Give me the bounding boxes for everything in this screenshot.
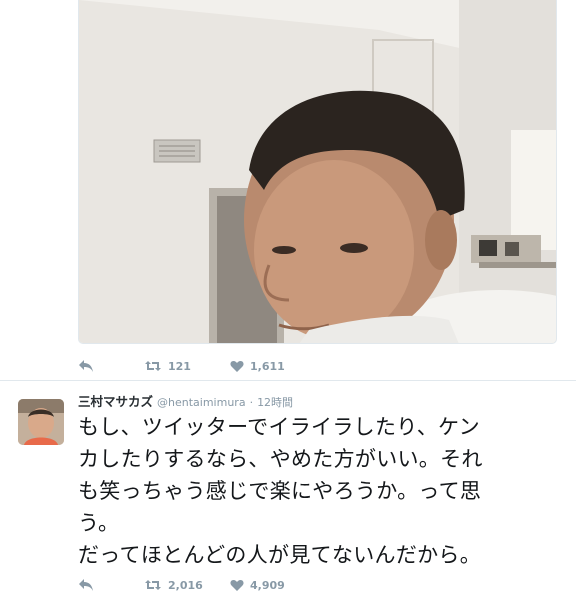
- text-tweet: 三村マサカズ @hentaimimura · 12時間 もし、ツイッターでイライラした…: [0, 381, 576, 600]
- reply-button[interactable]: [78, 578, 144, 592]
- like-count: 1,611: [250, 359, 285, 373]
- photo-tweet-actions: 121 1,611: [78, 356, 285, 376]
- tweet-text-line: う。: [78, 511, 120, 535]
- separator-dot: ·: [249, 396, 254, 409]
- retweet-count: 121: [168, 359, 191, 373]
- heart-icon: [230, 360, 244, 372]
- retweet-button[interactable]: 2,016: [144, 578, 230, 592]
- avatar-image: [18, 399, 64, 445]
- display-name[interactable]: 三村マサカズ: [78, 394, 153, 409]
- tweet-text-line: カしたりするなら、やめた方がいい。それ: [78, 447, 483, 471]
- text-tweet-actions: 2,016 4,909: [78, 575, 285, 595]
- retweet-button[interactable]: 121: [144, 359, 230, 373]
- heart-icon: [230, 579, 244, 591]
- like-button[interactable]: 1,611: [230, 360, 285, 373]
- reply-arrow-icon: [79, 579, 93, 591]
- timestamp[interactable]: 12時間: [257, 396, 293, 409]
- retweet-icon: [145, 580, 161, 590]
- like-count: 4,909: [250, 578, 285, 592]
- reply-arrow-icon: [79, 360, 93, 372]
- photo-tweet: 121 1,611: [0, 0, 576, 380]
- like-button[interactable]: 4,909: [230, 579, 285, 592]
- reply-button[interactable]: [78, 359, 144, 373]
- tweet-text-line: もし、ツイッターでイライラしたり、ケン: [78, 415, 480, 439]
- retweet-count: 2,016: [168, 578, 203, 592]
- tweet-text: もし、ツイッターでイライラしたり、ケン カしたりするなら、やめた方がいい。それ …: [78, 411, 558, 571]
- tweet-photo[interactable]: [78, 0, 557, 344]
- tweet-text-line: も笑っちゃう感じで楽にやろうか。って思: [78, 479, 482, 503]
- avatar[interactable]: [18, 399, 64, 445]
- selfie-photo-illustration: [79, 0, 556, 343]
- tweet-text-line: だってほとんどの人が見てないんだから。: [78, 543, 482, 567]
- user-handle[interactable]: @hentaimimura: [157, 396, 246, 409]
- tweet-header: 三村マサカズ @hentaimimura · 12時間: [78, 393, 293, 412]
- retweet-icon: [145, 361, 161, 371]
